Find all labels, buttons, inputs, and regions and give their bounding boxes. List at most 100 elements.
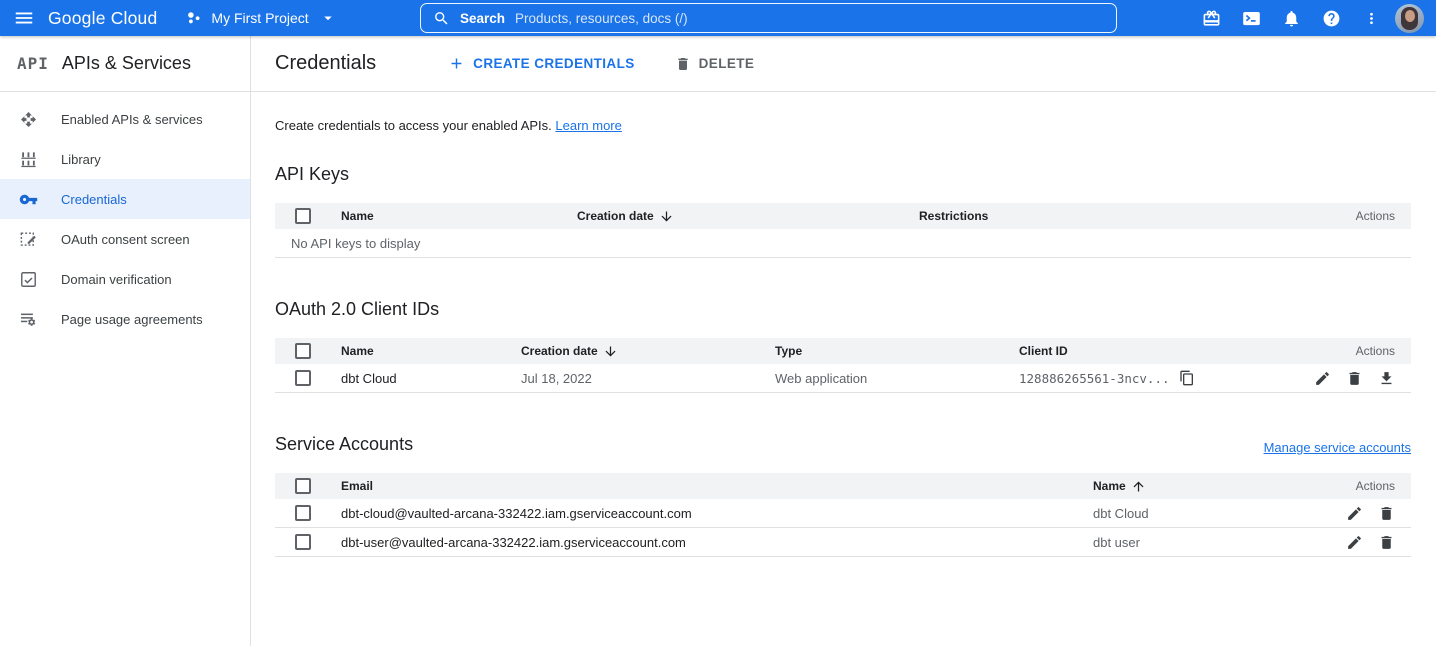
sidebar-item-label: Credentials	[61, 192, 127, 207]
learn-more-link[interactable]: Learn more	[555, 118, 621, 133]
top-app-bar: Google Cloud My First Project Search Pro…	[0, 0, 1436, 36]
select-all-checkbox[interactable]	[295, 208, 311, 224]
column-header-name[interactable]: Name	[341, 209, 577, 223]
service-account-name: dbt user	[1093, 535, 1301, 550]
table-row: dbt-cloud@vaulted-arcana-332422.iam.gser…	[275, 499, 1411, 528]
api-keys-table: Name Creation date Restrictions Actions …	[275, 203, 1411, 258]
service-account-name: dbt Cloud	[1093, 506, 1301, 521]
oauth-table: Name Creation date Type Client ID Action…	[275, 338, 1411, 393]
table-row: dbt Cloud Jul 18, 2022 Web application 1…	[275, 364, 1411, 393]
domain-verification-icon	[19, 270, 38, 289]
api-product-icon: API	[17, 54, 49, 73]
edit-icon[interactable]	[1346, 534, 1363, 551]
search-placeholder: Products, resources, docs (/)	[515, 11, 688, 26]
menu-icon[interactable]	[0, 0, 48, 36]
sidebar-item-page-usage[interactable]: Page usage agreements	[0, 299, 250, 339]
oauth-client-id-cell: 128886265561-3ncv...	[1019, 370, 1301, 386]
chevron-down-icon	[319, 9, 337, 27]
column-header-creation-date[interactable]: Creation date	[577, 209, 919, 224]
sidebar-item-enabled-apis[interactable]: Enabled APIs & services	[0, 99, 250, 139]
edit-icon[interactable]	[1314, 370, 1331, 387]
edit-icon[interactable]	[1346, 505, 1363, 522]
column-header-actions: Actions	[1321, 209, 1411, 223]
oauth-creation-date: Jul 18, 2022	[521, 371, 775, 386]
service-accounts-header-row: Email Name Actions	[275, 473, 1411, 499]
select-all-checkbox[interactable]	[295, 478, 311, 494]
column-header-email[interactable]: Email	[341, 479, 1093, 493]
plus-icon	[448, 55, 465, 72]
main-content: Create credentials to access your enable…	[251, 92, 1436, 646]
table-row: dbt-user@vaulted-arcana-332422.iam.gserv…	[275, 528, 1411, 557]
key-icon	[19, 190, 38, 209]
oauth-consent-icon	[19, 230, 38, 249]
help-icon[interactable]	[1311, 0, 1351, 36]
row-checkbox[interactable]	[295, 505, 311, 521]
sidebar-item-credentials[interactable]: Credentials	[0, 179, 250, 219]
sort-down-icon	[603, 344, 618, 359]
intro-text: Create credentials to access your enable…	[275, 118, 1411, 133]
column-header-client-id[interactable]: Client ID	[1019, 344, 1301, 358]
oauth-header-row: Name Creation date Type Client ID Action…	[275, 338, 1411, 364]
sidebar-item-oauth-consent[interactable]: OAuth consent screen	[0, 219, 250, 259]
delete-icon[interactable]	[1378, 534, 1395, 551]
topbar-actions	[1191, 0, 1430, 36]
search-icon	[433, 10, 450, 27]
column-header-actions: Actions	[1301, 344, 1411, 358]
sidebar-item-label: Domain verification	[61, 272, 172, 287]
service-account-email: dbt-user@vaulted-arcana-332422.iam.gserv…	[341, 535, 1093, 550]
sidebar-item-label: OAuth consent screen	[61, 232, 190, 247]
service-accounts-table: Email Name Actions dbt-cloud@vaulted-arc…	[275, 473, 1411, 557]
select-all-checkbox[interactable]	[295, 343, 311, 359]
more-vert-icon[interactable]	[1351, 0, 1391, 36]
column-header-name[interactable]: Name	[341, 344, 521, 358]
sidebar-item-library[interactable]: Library	[0, 139, 250, 179]
page-title: Credentials	[275, 52, 376, 75]
gift-icon[interactable]	[1191, 0, 1231, 36]
row-checkbox[interactable]	[295, 534, 311, 550]
row-actions	[1301, 505, 1411, 522]
google-cloud-logo[interactable]: Google Cloud	[48, 8, 157, 29]
avatar[interactable]	[1395, 4, 1424, 33]
delete-icon[interactable]	[1378, 505, 1395, 522]
client-id-value: 128886265561-3ncv...	[1019, 371, 1170, 386]
column-header-creation-date[interactable]: Creation date	[521, 344, 775, 359]
oauth-title: OAuth 2.0 Client IDs	[275, 299, 1411, 320]
manage-service-accounts-link[interactable]: Manage service accounts	[1264, 440, 1411, 455]
page-usage-agreements-icon	[19, 310, 38, 329]
delete-button[interactable]: DELETE	[667, 50, 763, 78]
product-header: API APIs & Services	[0, 36, 251, 91]
page-header: API APIs & Services Credentials CREATE C…	[0, 36, 1436, 92]
search-input[interactable]: Search Products, resources, docs (/)	[420, 3, 1117, 33]
api-keys-empty-message: No API keys to display	[275, 229, 1411, 258]
delete-icon[interactable]	[1346, 370, 1363, 387]
sidebar: Enabled APIs & services Library Credenti…	[0, 92, 251, 646]
service-accounts-title: Service Accounts	[275, 434, 413, 455]
row-checkbox[interactable]	[295, 370, 311, 386]
api-keys-header-row: Name Creation date Restrictions Actions	[275, 203, 1411, 229]
project-name: My First Project	[211, 10, 308, 26]
column-header-type[interactable]: Type	[775, 344, 1019, 358]
notifications-icon[interactable]	[1271, 0, 1311, 36]
row-actions	[1301, 534, 1411, 551]
column-header-actions: Actions	[1301, 479, 1411, 493]
sidebar-item-label: Enabled APIs & services	[61, 112, 203, 127]
column-header-restrictions[interactable]: Restrictions	[919, 209, 1321, 223]
sidebar-item-label: Library	[61, 152, 101, 167]
search-label: Search	[460, 11, 505, 26]
download-icon[interactable]	[1378, 370, 1395, 387]
product-title: APIs & Services	[62, 53, 191, 74]
project-switcher[interactable]: My First Project	[185, 9, 336, 27]
create-credentials-button[interactable]: CREATE CREDENTIALS	[440, 49, 642, 78]
project-icon	[185, 9, 203, 27]
column-header-name[interactable]: Name	[1093, 479, 1301, 494]
sort-down-icon	[659, 209, 674, 224]
enabled-apis-icon	[19, 110, 38, 129]
cloud-shell-icon[interactable]	[1231, 0, 1271, 36]
sidebar-item-domain-verification[interactable]: Domain verification	[0, 259, 250, 299]
service-account-email: dbt-cloud@vaulted-arcana-332422.iam.gser…	[341, 506, 1093, 521]
copy-icon[interactable]	[1179, 370, 1195, 386]
oauth-client-name: dbt Cloud	[341, 371, 521, 386]
row-actions	[1301, 370, 1411, 387]
oauth-type: Web application	[775, 371, 1019, 386]
sort-up-icon	[1131, 479, 1146, 494]
